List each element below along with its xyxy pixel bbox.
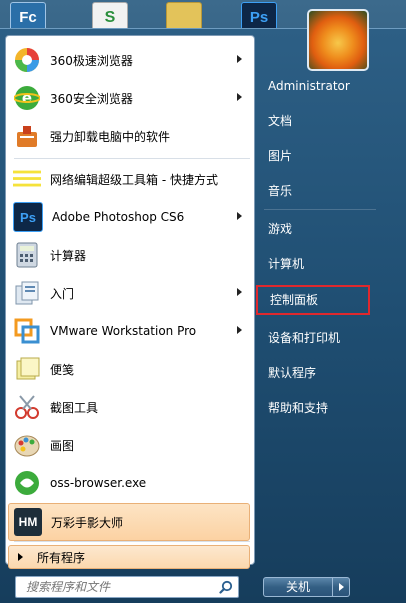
submenu-arrow-icon: [237, 212, 242, 220]
start-menu: 360极速浏览器 e 360安全浏览器 强力卸载电脑中的软件 网络编辑超级工具箱…: [0, 9, 406, 603]
all-programs-button[interactable]: 所有程序: [8, 545, 250, 569]
program-item[interactable]: 入门: [8, 275, 250, 311]
snipping-tool-icon: [13, 393, 41, 421]
programs-pane: 360极速浏览器 e 360安全浏览器 强力卸载电脑中的软件 网络编辑超级工具箱…: [5, 35, 255, 569]
submenu-arrow-icon: [237, 55, 242, 63]
calculator-icon: [13, 241, 41, 269]
toolbox-shortcut-icon: [13, 165, 41, 193]
divider: [14, 158, 250, 159]
sticky-notes-icon: [13, 355, 41, 383]
shutdown-button[interactable]: 关机: [263, 577, 333, 597]
program-item[interactable]: VMware Workstation Pro: [8, 313, 250, 349]
photoshop-icon: Ps: [13, 202, 43, 232]
program-label: 入门: [50, 286, 75, 301]
submenu-arrow-icon: [237, 93, 242, 101]
search-icon[interactable]: [219, 580, 233, 594]
getting-started-icon: [13, 279, 41, 307]
search-input[interactable]: [24, 579, 219, 595]
expand-arrow-icon: [18, 553, 23, 561]
right-item-help-support[interactable]: 帮助和支持: [262, 395, 374, 421]
program-item-highlighted[interactable]: HM 万彩手影大师: [8, 503, 250, 541]
paint-icon: [13, 431, 41, 459]
360-speed-browser-icon: [13, 46, 41, 74]
program-item[interactable]: 便笺: [8, 351, 250, 387]
right-item-music[interactable]: 音乐: [262, 178, 374, 204]
right-item-devices-printers[interactable]: 设备和打印机: [262, 325, 374, 351]
program-item[interactable]: e 360安全浏览器: [8, 80, 250, 116]
program-label: Adobe Photoshop CS6: [52, 210, 185, 224]
360-safe-browser-icon: e: [13, 84, 41, 112]
right-item-documents[interactable]: 文档: [262, 108, 374, 134]
program-label: oss-browser.exe: [50, 476, 147, 490]
shutdown-group: 关机: [263, 577, 353, 597]
program-label: 360安全浏览器: [50, 91, 133, 106]
program-label: 计算器: [50, 248, 87, 263]
program-item[interactable]: 计算器: [8, 237, 250, 273]
right-item-computer[interactable]: 计算机: [262, 251, 374, 277]
shutdown-options-button[interactable]: [333, 577, 350, 597]
submenu-arrow-icon: [237, 326, 242, 334]
svg-text:e: e: [22, 89, 32, 107]
program-label: 网络编辑超级工具箱 - 快捷方式: [50, 172, 218, 187]
program-item[interactable]: 360极速浏览器: [8, 42, 250, 78]
program-label: 画图: [50, 438, 75, 453]
program-item[interactable]: 截图工具: [8, 389, 250, 425]
divider: [14, 541, 250, 542]
wancai-icon: HM: [14, 508, 42, 536]
program-label: 万彩手影大师: [51, 515, 124, 530]
submenu-arrow-icon: [237, 288, 242, 296]
program-item[interactable]: 强力卸载电脑中的软件: [8, 118, 250, 154]
search-box[interactable]: [15, 576, 239, 598]
oss-browser-icon: [13, 469, 41, 497]
program-label: 强力卸载电脑中的软件: [50, 129, 171, 144]
program-item[interactable]: Ps Adobe Photoshop CS6: [8, 199, 250, 235]
all-programs-label: 所有程序: [37, 550, 86, 565]
program-item[interactable]: oss-browser.exe: [8, 465, 250, 501]
right-item-control-panel[interactable]: 控制面板: [256, 285, 370, 315]
right-item-pictures[interactable]: 图片: [262, 143, 374, 169]
vmware-icon: [13, 317, 41, 345]
user-avatar[interactable]: [307, 9, 369, 71]
right-item-games[interactable]: 游戏: [262, 216, 374, 242]
program-label: VMware Workstation Pro: [50, 324, 197, 338]
program-item[interactable]: 画图: [8, 427, 250, 463]
program-label: 360极速浏览器: [50, 53, 133, 68]
right-item-default-programs[interactable]: 默认程序: [262, 360, 374, 386]
uninstaller-icon: [13, 122, 41, 150]
right-item-user[interactable]: Administrator: [262, 73, 374, 99]
arrow-right-icon: [338, 583, 344, 591]
program-label: 截图工具: [50, 400, 99, 415]
right-divider: [264, 209, 376, 210]
program-label: 便笺: [50, 362, 75, 377]
program-item[interactable]: 网络编辑超级工具箱 - 快捷方式: [8, 161, 250, 197]
